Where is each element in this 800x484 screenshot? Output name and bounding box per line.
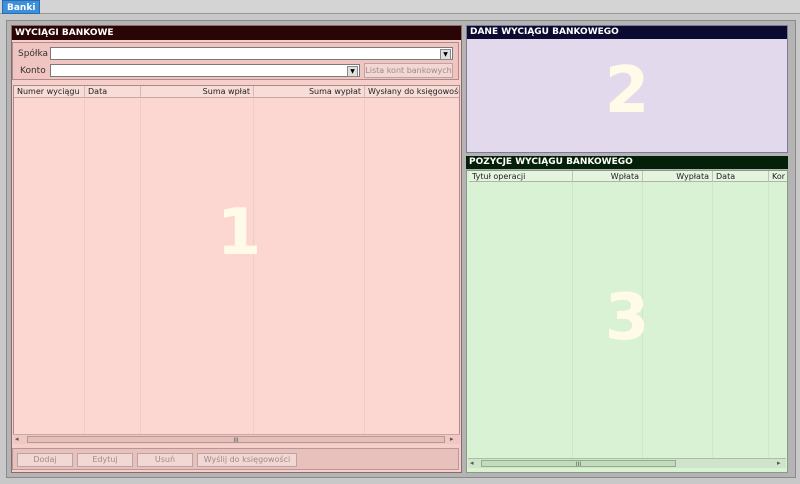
- column-header-sent[interactable]: Wysłany do księgowości: [365, 86, 459, 98]
- column-divider: [712, 182, 713, 458]
- column-header-deposits[interactable]: Suma wpłat: [141, 86, 254, 98]
- statements-table[interactable]: Numer wyciągu Data Suma wpłat Suma wypła…: [13, 85, 460, 444]
- chevron-down-icon[interactable]: ▼: [347, 66, 358, 77]
- statement-details-panel: 2: [466, 25, 788, 153]
- company-select[interactable]: ▼: [50, 47, 453, 60]
- scroll-left-icon[interactable]: ◂: [15, 435, 19, 444]
- scroll-right-icon[interactable]: ▸: [777, 459, 781, 468]
- column-divider: [140, 98, 141, 434]
- statements-actions: Dodaj Edytuj Usuń Wyślij do księgowości: [12, 448, 459, 470]
- scroll-left-icon[interactable]: ◂: [470, 459, 474, 468]
- account-list-button[interactable]: Lista kont bankowych: [364, 63, 453, 78]
- column-header-date[interactable]: Data: [85, 86, 141, 98]
- placeholder-number-2: 2: [604, 54, 650, 128]
- statements-horizontal-scrollbar[interactable]: ◂ III ▸: [13, 434, 460, 444]
- edit-button[interactable]: Edytuj: [77, 453, 133, 467]
- column-divider: [84, 98, 85, 434]
- column-header-deposit[interactable]: Wpłata: [573, 171, 643, 182]
- column-header-withdrawal[interactable]: Wypłata: [643, 171, 713, 182]
- column-header-date[interactable]: Data: [713, 171, 769, 182]
- column-divider: [364, 98, 365, 434]
- items-horizontal-scrollbar[interactable]: ◂ III ▸: [468, 458, 786, 468]
- scroll-thumb[interactable]: III: [481, 460, 676, 468]
- column-header-kor[interactable]: Kor: [769, 171, 787, 182]
- tab-bar: [0, 0, 800, 14]
- add-button[interactable]: Dodaj: [17, 453, 73, 467]
- send-to-accounting-button[interactable]: Wyślij do księgowości: [197, 453, 297, 467]
- column-header-number[interactable]: Numer wyciągu: [14, 86, 85, 98]
- column-divider: [768, 182, 769, 458]
- statement-items-table[interactable]: Tytuł operacji Wpłata Wypłata Data Kor 3: [466, 170, 788, 473]
- scroll-thumb[interactable]: III: [27, 436, 445, 444]
- account-select[interactable]: ▼: [50, 64, 360, 77]
- column-divider: [572, 182, 573, 458]
- tab-banki[interactable]: Banki: [2, 0, 41, 14]
- chevron-down-icon[interactable]: ▼: [440, 49, 451, 60]
- column-header-withdrawals[interactable]: Suma wypłat: [254, 86, 365, 98]
- placeholder-number-3: 3: [604, 281, 650, 355]
- statement-details-title: DANE WYCIĄGU BANKOWEGO: [467, 26, 787, 39]
- company-label: Spółka: [18, 49, 49, 59]
- delete-button[interactable]: Usuń: [137, 453, 193, 467]
- placeholder-number-1: 1: [216, 196, 262, 270]
- column-header-title[interactable]: Tytuł operacji: [469, 171, 573, 182]
- account-label: Konto: [20, 66, 46, 76]
- scroll-right-icon[interactable]: ▸: [450, 435, 454, 444]
- statements-panel-title: WYCIĄGI BANKOWE: [12, 26, 461, 40]
- statement-items-title: POZYCJE WYCIĄGU BANKOWEGO: [466, 156, 788, 169]
